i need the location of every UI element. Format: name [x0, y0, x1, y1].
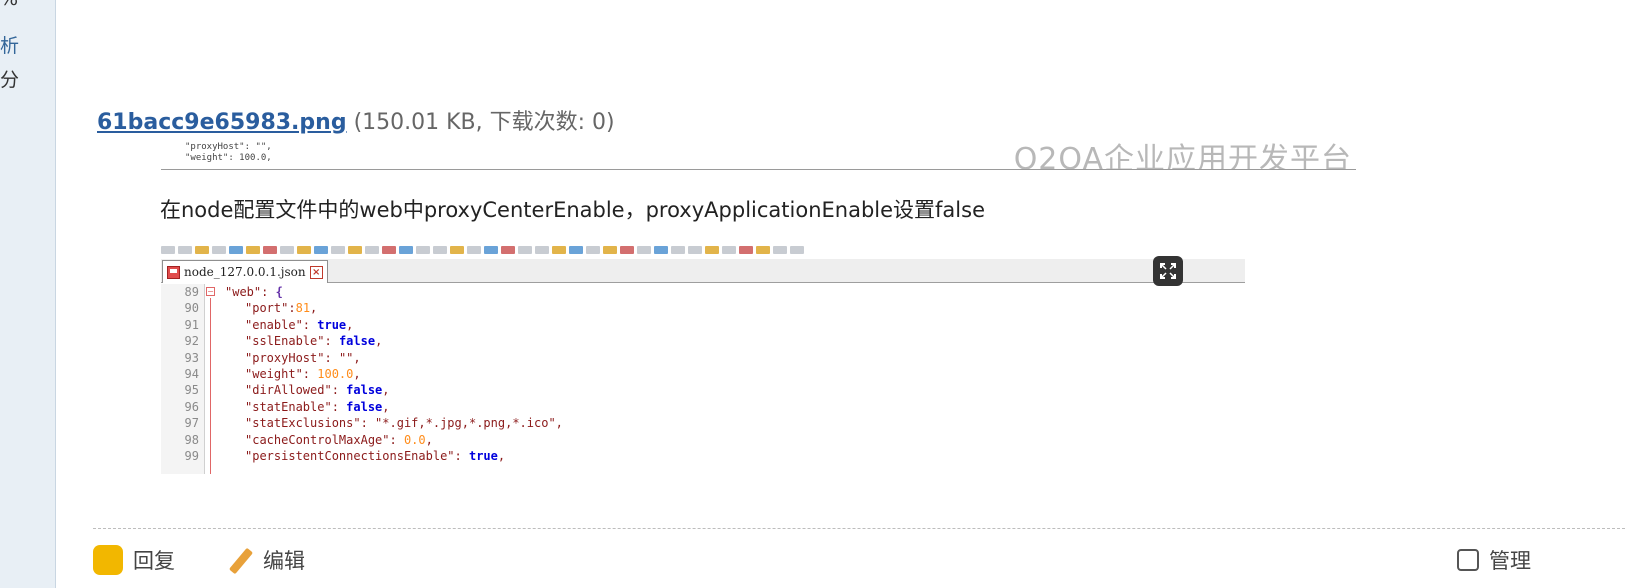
line-number: 90: [184, 301, 199, 316]
line-number: 98: [184, 432, 199, 447]
snippet-line-2: "weight": 100.0,: [185, 153, 272, 163]
line-number: 92: [184, 334, 199, 349]
manage-button[interactable]: 管理: [1457, 545, 1531, 575]
code-line: 90 "port":81,: [161, 300, 1245, 316]
snippet-code: "proxyHost": "", "weight": 100.0,: [185, 142, 272, 164]
code-line: 89 "web": {: [161, 284, 1245, 300]
manage-label: 管理: [1489, 549, 1531, 573]
line-number: 97: [184, 416, 199, 431]
line-number: 94: [184, 366, 199, 381]
reply-button[interactable]: 回复: [93, 545, 175, 575]
left-sidebar: % 析 分: [0, 0, 56, 588]
code-line: 95 "dirAllowed": false,: [161, 382, 1245, 398]
screenshot-image-top: "proxyHost": "", "weight": 100.0, O2OA企业…: [161, 138, 1356, 170]
editor-tabbar: node_127.0.0.1.json ×: [161, 259, 1245, 283]
watermark-text: O2OA企业应用开发平台: [1013, 142, 1352, 170]
code-line: 97 "statExclusions": "*.gif,*.jpg,*.png,*…: [161, 415, 1245, 431]
code-line: 94 "weight": 100.0,: [161, 366, 1245, 382]
pencil-icon: [227, 547, 253, 573]
editor-tab: node_127.0.0.1.json ×: [162, 260, 328, 283]
code-text: "proxyHost": "",: [245, 350, 361, 365]
close-icon: ×: [309, 265, 323, 279]
line-number: 96: [184, 399, 199, 414]
section-divider: [93, 528, 1625, 529]
sidebar-item-analysis[interactable]: 析: [0, 31, 19, 58]
code-text: "sslEnable": false,: [245, 334, 383, 349]
code-text: "persistentConnectionsEnable": true,: [245, 448, 506, 463]
code-text: "enable": true,: [245, 317, 354, 332]
reply-icon: [93, 545, 123, 575]
line-number: 91: [184, 317, 199, 332]
code-line: 93 "proxyHost": "",: [161, 350, 1245, 366]
reply-label: 回复: [133, 549, 175, 573]
editor-tab-label: node_127.0.0.1.json: [184, 265, 306, 279]
editor-toolbar: [161, 246, 821, 256]
post-content: 61bacc9e65983.png (150.01 KB, 下载次数: 0) "…: [57, 0, 1635, 588]
sidebar-item-percent: %: [0, 0, 18, 10]
attachment-link[interactable]: 61bacc9e65983.png: [97, 110, 347, 135]
sidebar-item-points: 分: [0, 69, 20, 91]
snippet-line-1: "proxyHost": "",: [185, 142, 272, 152]
code-line: 92 "sslEnable": false,: [161, 333, 1245, 349]
code-text: "dirAllowed": false,: [245, 383, 390, 398]
post-paragraph: 在node配置文件中的web中proxyCenterEnable，proxyAp…: [160, 198, 985, 222]
line-number: 93: [184, 350, 199, 365]
attachment-info: 61bacc9e65983.png (150.01 KB, 下载次数: 0): [97, 104, 615, 136]
attachment-meta: (150.01 KB, 下载次数: 0): [353, 110, 615, 135]
code-line: 98 "cacheControlMaxAge": 0.0,: [161, 432, 1245, 448]
code-text: "port":81,: [245, 301, 318, 316]
edit-button[interactable]: 编辑: [227, 545, 305, 575]
line-number: 95: [184, 383, 199, 398]
code-line: 99 "persistentConnectionsEnable": true,: [161, 448, 1245, 464]
editor-screenshot-image[interactable]: node_127.0.0.1.json × − 89 "web": {90 "por…: [161, 246, 1245, 474]
code-text: "statEnable": false,: [245, 399, 390, 414]
expand-icon[interactable]: [1153, 256, 1183, 286]
code-line: 96 "statEnable": false,: [161, 399, 1245, 415]
edit-label: 编辑: [263, 549, 305, 573]
line-number: 89: [184, 285, 199, 299]
checkbox-icon: [1457, 549, 1479, 571]
code-text: "weight": 100.0,: [245, 366, 361, 381]
code-lines: 89 "web": {90 "port":81, 91 "enable": true, 9…: [161, 284, 1245, 464]
code-line: 91 "enable": true,: [161, 317, 1245, 333]
code-text: "web": {: [225, 285, 283, 299]
save-icon: [167, 265, 180, 279]
code-text: "cacheControlMaxAge": 0.0,: [245, 432, 433, 447]
line-number: 99: [184, 448, 199, 463]
code-text: "statExclusions": "*.gif,*.jpg,*.png,*.i…: [245, 416, 563, 431]
